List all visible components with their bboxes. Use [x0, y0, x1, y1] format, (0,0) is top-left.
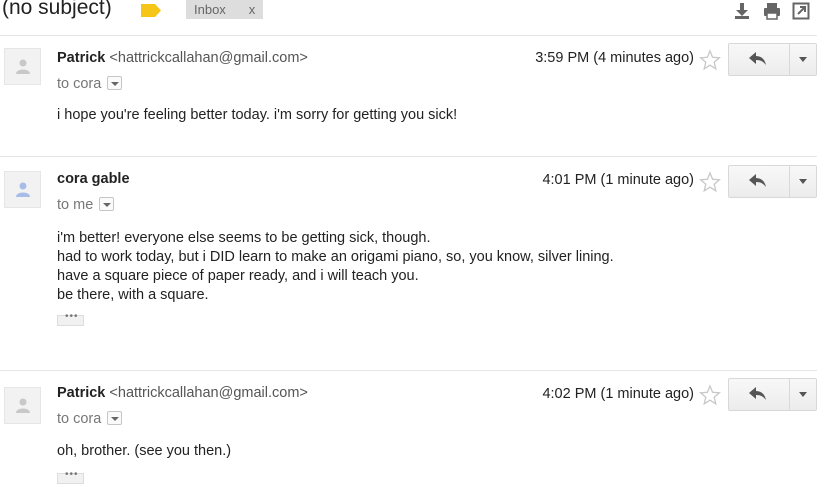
ellipsis-text: •••: [65, 469, 79, 480]
show-details-button[interactable]: [99, 197, 115, 211]
star-icon[interactable]: [699, 49, 721, 71]
avatar: [4, 171, 41, 208]
reply-button-group: [728, 43, 817, 76]
inbox-label-text: Inbox: [194, 2, 226, 17]
remove-label-button[interactable]: x: [246, 0, 258, 19]
sender: Patrick <hattrickcallahan@gmail.com>: [57, 50, 308, 66]
sender-name: Patrick: [57, 385, 106, 401]
more-actions-button[interactable]: [790, 166, 816, 197]
avatar: [4, 48, 41, 85]
sender: Patrick <hattrickcallahan@gmail.com>: [57, 385, 308, 401]
message-line: i'm better! everyone else seems to be ge…: [57, 230, 431, 246]
recipient-line: to cora: [57, 76, 123, 92]
person-icon: [16, 59, 30, 74]
message-body: i hope you're feeling better today. i'm …: [57, 106, 457, 125]
inbox-label-chip[interactable]: Inbox x: [186, 0, 263, 19]
reply-button[interactable]: [729, 379, 789, 410]
reply-icon: [749, 387, 766, 400]
star-icon[interactable]: [699, 384, 721, 406]
reply-icon: [749, 52, 766, 65]
more-actions-button[interactable]: [790, 379, 816, 410]
recipient-line: to me: [57, 197, 115, 213]
print-icon[interactable]: [763, 2, 781, 20]
message-time: 4:02 PM (1 minute ago): [542, 386, 694, 402]
message-line: had to work today, but i DID learn to ma…: [57, 249, 614, 265]
sender-name: Patrick: [57, 50, 106, 66]
sender-name: cora gable: [57, 171, 130, 187]
message-time: 4:01 PM (1 minute ago): [542, 172, 694, 188]
message-item: Patrick <hattrickcallahan@gmail.com> to …: [0, 371, 827, 487]
ellipsis-text: •••: [65, 311, 79, 322]
message-body: oh, brother. (see you then.): [57, 442, 231, 461]
label-tag-icon[interactable]: [141, 4, 161, 17]
avatar: [4, 387, 41, 424]
person-icon: [16, 398, 30, 413]
recipient-text: to me: [57, 197, 94, 213]
new-window-icon[interactable]: [792, 2, 810, 20]
sender-email: <hattrickcallahan@gmail.com>: [109, 50, 308, 66]
reply-button[interactable]: [729, 44, 789, 75]
recipient-line: to cora: [57, 411, 123, 427]
sender: cora gable: [57, 171, 130, 187]
message-line: i hope you're feeling better today. i'm …: [57, 107, 458, 123]
message-line: have a square piece of paper ready, and …: [57, 268, 419, 284]
show-details-button[interactable]: [107, 411, 123, 425]
show-trimmed-content-button[interactable]: •••: [57, 311, 84, 326]
person-icon: [16, 182, 30, 197]
thread-header: (no subject) Inbox x: [0, 0, 827, 30]
message-line: oh, brother. (see you then.): [57, 443, 232, 459]
show-trimmed-content-button[interactable]: •••: [57, 469, 84, 484]
reply-button[interactable]: [729, 166, 789, 197]
message-line: be there, with a square.: [57, 287, 209, 303]
reply-button-group: [728, 378, 817, 411]
recipient-text: to cora: [57, 76, 102, 92]
sender-email: <hattrickcallahan@gmail.com>: [109, 385, 308, 401]
show-details-button[interactable]: [107, 76, 123, 90]
message-item: cora gable to me 4:01 PM (1 minute ago) …: [0, 157, 827, 369]
message-body: i'm better! everyone else seems to be ge…: [57, 229, 614, 305]
recipient-text: to cora: [57, 411, 102, 427]
star-icon[interactable]: [699, 171, 721, 193]
message-item: Patrick <hattrickcallahan@gmail.com> to …: [0, 36, 827, 156]
message-time: 3:59 PM (4 minutes ago): [535, 50, 694, 66]
download-icon[interactable]: [733, 2, 751, 20]
thread-subject: (no subject): [2, 0, 112, 19]
reply-icon: [749, 174, 766, 187]
reply-button-group: [728, 165, 817, 198]
more-actions-button[interactable]: [790, 44, 816, 75]
